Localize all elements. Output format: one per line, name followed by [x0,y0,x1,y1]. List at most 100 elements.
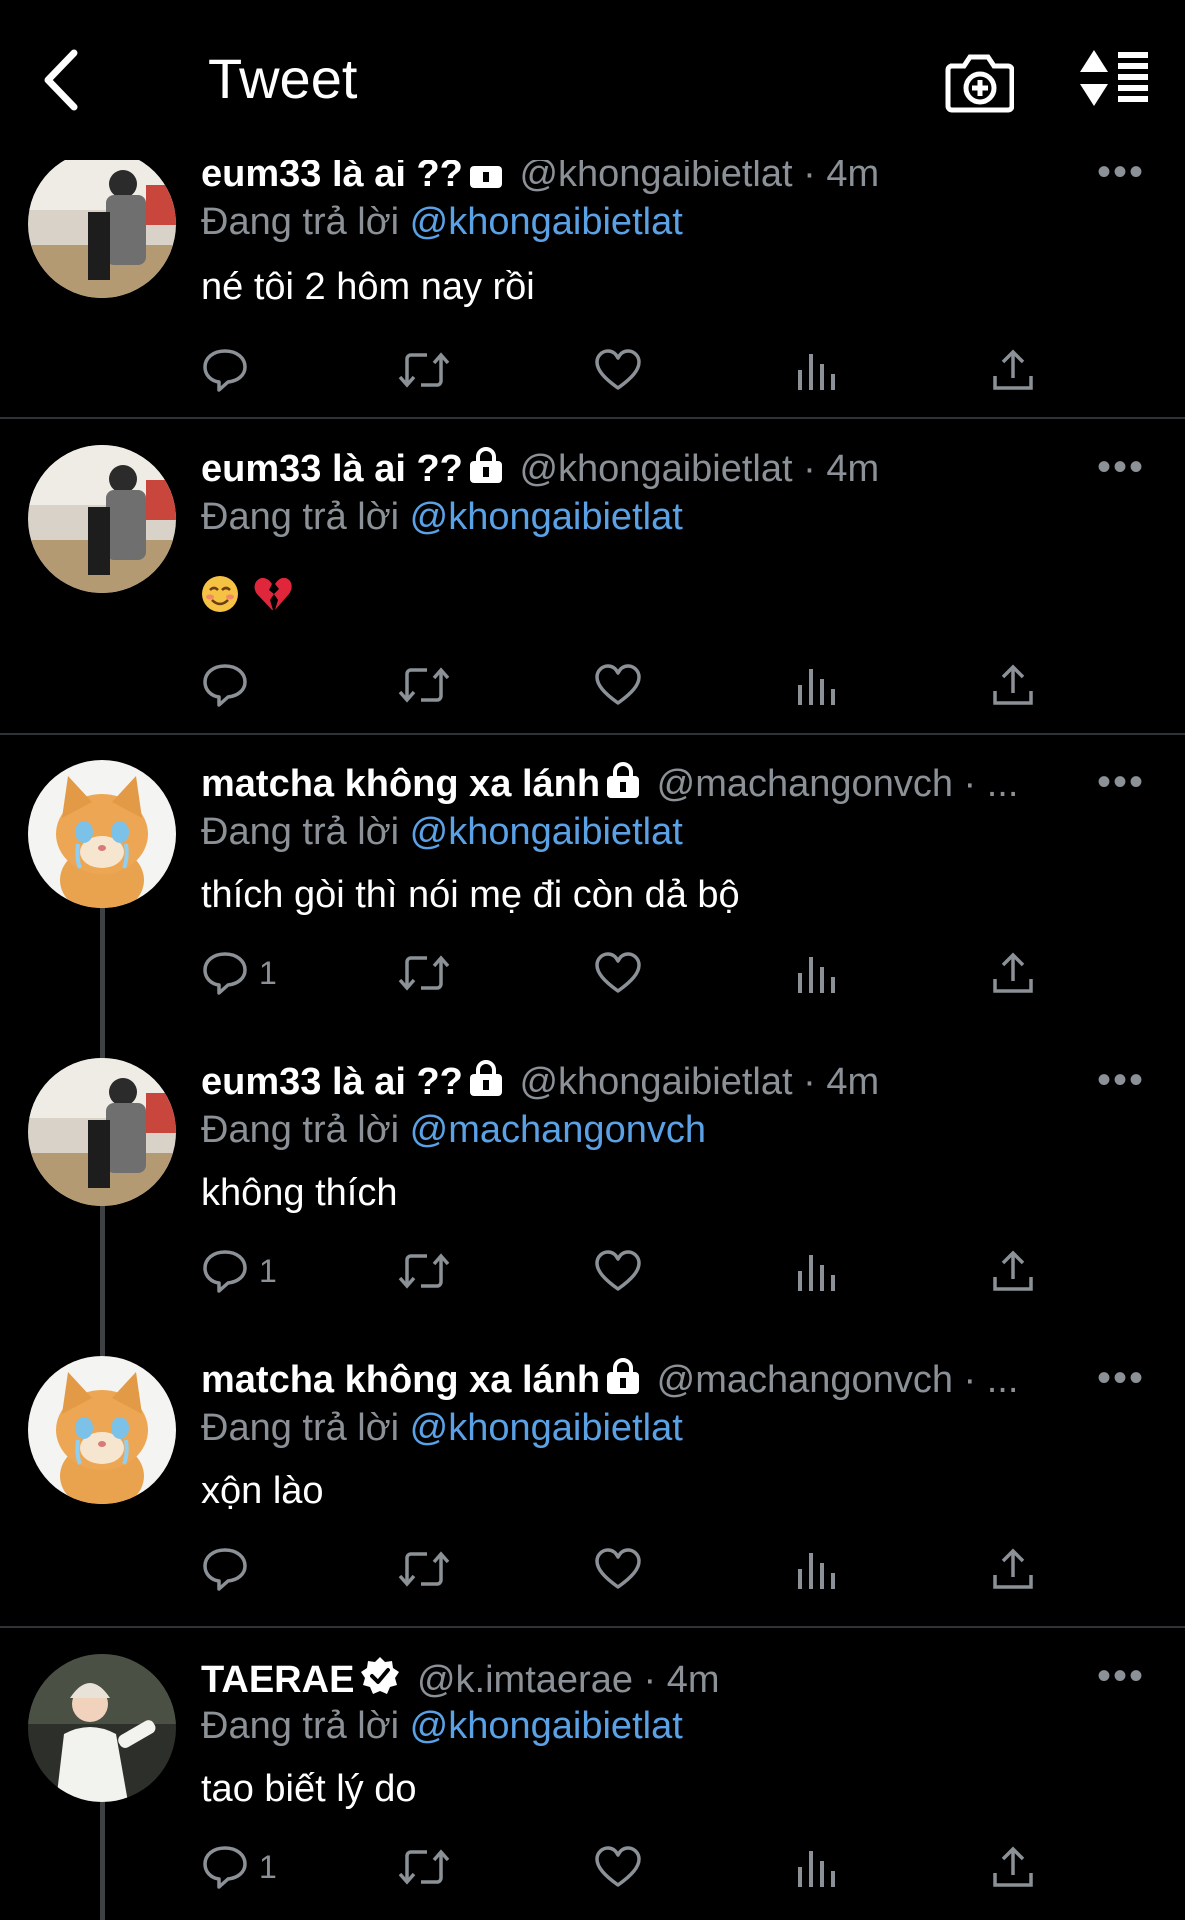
display-name[interactable]: matcha không xa lánh [201,1359,600,1401]
page-title: Tweet [208,47,358,110]
views-button[interactable] [796,1842,836,1892]
retweet-button[interactable] [397,660,451,710]
divider [0,733,1185,735]
more-options-icon[interactable]: ••• [1097,1654,1145,1699]
reply-prefix: Đang trả lời [201,1407,400,1449]
retweet-button[interactable] [397,948,451,998]
retweet-button[interactable] [397,345,451,395]
analytics-icon [796,1845,836,1889]
more-options-icon[interactable]: ••• [1097,445,1145,490]
user-handle[interactable]: @k.imtaerae [417,1659,633,1701]
divider [0,1626,1185,1628]
reply-mention[interactable]: @khongaibietlat [410,496,683,538]
user-handle[interactable]: @machangonvch [657,763,953,805]
share-button[interactable] [991,1246,1035,1296]
reply-button[interactable] [201,1544,259,1594]
top-nav-bar: Tweet [0,0,1185,160]
retweet-button[interactable] [397,1246,451,1296]
share-icon [991,1249,1035,1293]
avatar[interactable] [28,150,176,298]
retweet-icon [397,1546,451,1592]
camera-add-icon[interactable] [944,48,1015,116]
reply-button[interactable] [201,345,259,395]
replying-to: Đang trả lời @khongaibietlat [201,810,683,854]
views-button[interactable] [796,948,836,998]
lock-icon [469,156,503,200]
reply-count: 1 [259,954,277,991]
reply-mention[interactable]: @machangonvch [410,1109,706,1151]
reply-prefix: Đang trả lời [201,1705,400,1747]
avatar[interactable] [28,445,176,593]
tweet-text: né tôi 2 hôm nay rồi [201,266,535,308]
like-button[interactable] [594,1544,642,1594]
heart-icon [594,1249,642,1293]
avatar[interactable] [28,1356,176,1504]
avatar[interactable] [28,760,176,908]
reply-mention[interactable]: @khongaibietlat [410,201,683,243]
display-name[interactable]: eum33 là ai ?? [201,448,463,490]
like-button[interactable] [594,345,642,395]
lock-icon [606,762,640,810]
more-options-icon[interactable]: ••• [1097,760,1145,805]
share-button[interactable] [991,948,1035,998]
action-bar [201,660,1041,710]
display-name[interactable]: eum33 là ai ?? [201,1061,463,1103]
heart-icon [594,663,642,707]
tweet-time: · ... [963,763,1019,805]
sort-list-icon[interactable] [1078,48,1150,108]
reply-mention[interactable]: @khongaibietlat [410,1407,683,1449]
views-button[interactable] [796,1246,836,1296]
reply-button[interactable]: 1 [201,1246,277,1296]
tweet-text: tao biết lý do [201,1768,417,1810]
share-button[interactable] [991,1842,1035,1892]
chevron-left-icon[interactable] [38,45,98,115]
share-button[interactable] [991,660,1035,710]
action-bar [201,1544,1041,1594]
tweet-header: eum33 là ai ?? @khongaibietlat · 4m [201,1060,879,1108]
replying-to: Đang trả lời @khongaibietlat [201,1406,683,1450]
analytics-icon [796,348,836,392]
tweet-text: thích gòi thì nói mẹ đi còn dả bộ [201,874,740,916]
tweet-header: eum33 là ai ?? @khongaibietlat · 4m [201,447,879,495]
views-button[interactable] [796,1544,836,1594]
replying-to: Đang trả lời @khongaibietlat [201,1704,683,1748]
tweet-text: xộn lào [201,1470,324,1512]
action-bar: 1 [201,1842,1041,1892]
analytics-icon [796,663,836,707]
reply-button[interactable]: 1 [201,948,277,998]
avatar[interactable] [28,1058,176,1206]
reply-mention[interactable]: @khongaibietlat [410,1705,683,1747]
reply-mention[interactable]: @khongaibietlat [410,811,683,853]
like-button[interactable] [594,948,642,998]
views-button[interactable] [796,345,836,395]
retweet-button[interactable] [397,1842,451,1892]
like-button[interactable] [594,660,642,710]
like-button[interactable] [594,1246,642,1296]
like-button[interactable] [594,1842,642,1892]
analytics-icon [796,1249,836,1293]
user-handle[interactable]: @machangonvch [657,1359,953,1401]
share-button[interactable] [991,345,1035,395]
share-icon [991,663,1035,707]
divider [0,417,1185,419]
reply-icon [201,347,249,393]
views-button[interactable] [796,660,836,710]
reply-button[interactable] [201,660,259,710]
heart-icon [594,1547,642,1591]
display-name[interactable]: TAERAE [201,1659,354,1701]
more-options-icon[interactable]: ••• [1097,1356,1145,1401]
share-button[interactable] [991,1544,1035,1594]
heart-icon [594,348,642,392]
user-handle[interactable]: @khongaibietlat [519,1061,792,1103]
reply-button[interactable]: 1 [201,1842,277,1892]
avatar[interactable] [28,1654,176,1802]
tweet-header: matcha không xa lánh @machangonvch · ... [201,1358,1018,1406]
retweet-button[interactable] [397,1544,451,1594]
display-name[interactable]: matcha không xa lánh [201,763,600,805]
more-options-icon[interactable]: ••• [1097,1058,1145,1103]
reply-icon [201,950,249,996]
thread-line [100,1206,105,1356]
smiling-face-emoji [201,575,239,624]
user-handle[interactable]: @khongaibietlat [519,448,792,490]
reply-prefix: Đang trả lời [201,1109,400,1151]
